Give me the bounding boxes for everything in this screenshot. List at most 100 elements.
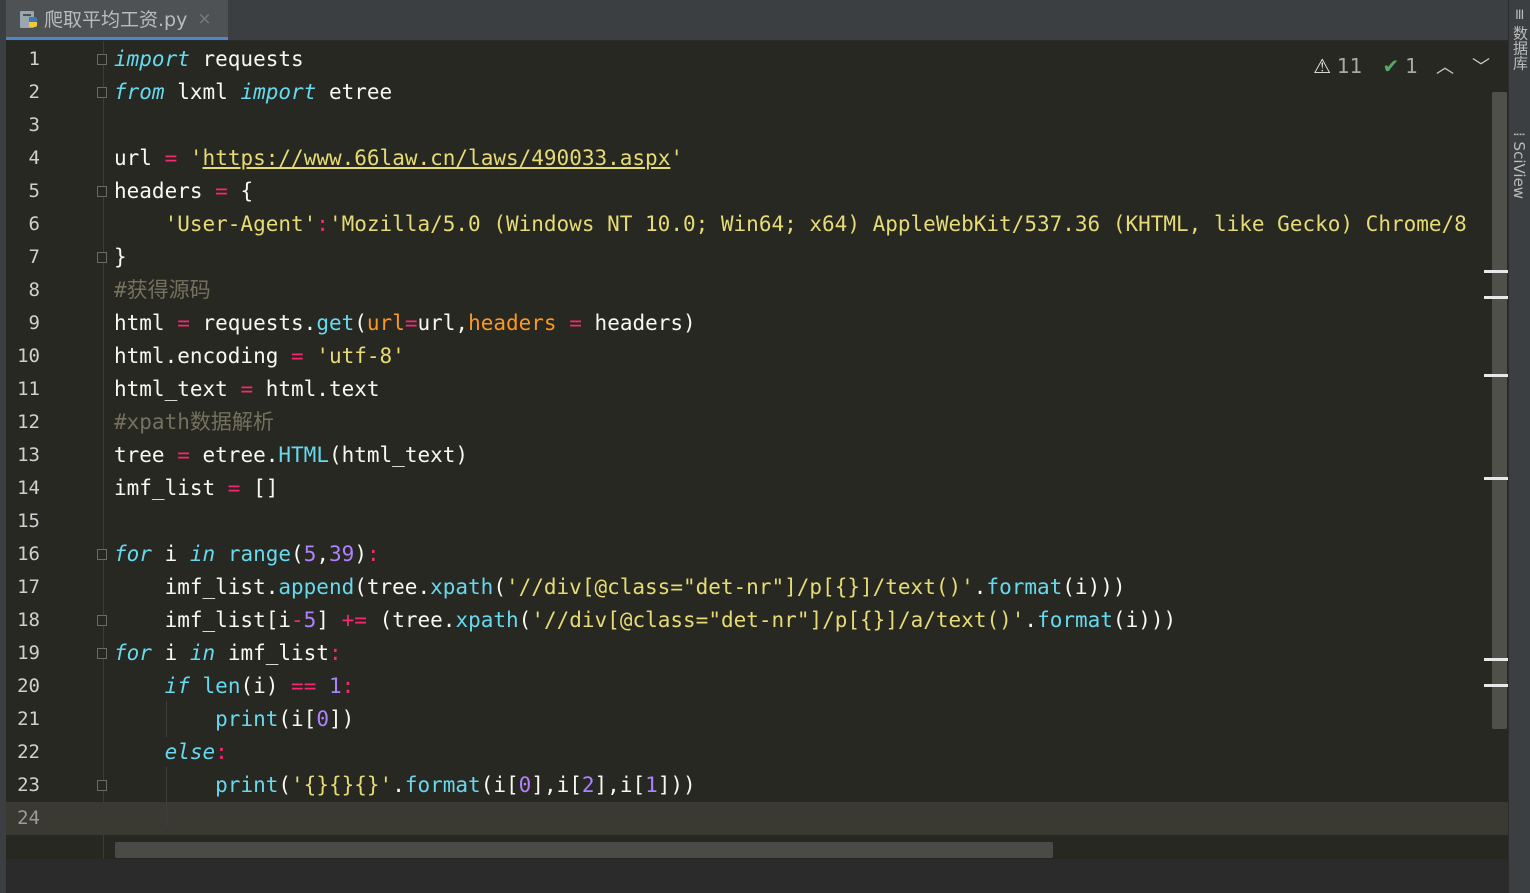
code-token: 1: [645, 773, 658, 797]
code-token: import: [114, 47, 190, 71]
code-line[interactable]: 21 print(i[0]): [6, 703, 1508, 736]
error-stripe-mark[interactable]: [1484, 684, 1508, 687]
line-number: 4: [28, 147, 40, 169]
code-token: html.encoding: [114, 344, 292, 368]
code-line[interactable]: 5 headers = {: [6, 175, 1508, 208]
code-line[interactable]: 6 'User-Agent':'Mozilla/5.0 (Windows NT …: [6, 208, 1508, 241]
code-line[interactable]: 17 imf_list.append(tree.xpath('//div[@cl…: [6, 571, 1508, 604]
code-token: url,: [417, 311, 469, 335]
close-icon[interactable]: ×: [197, 9, 211, 29]
code-token: if: [164, 674, 190, 698]
file-tab[interactable]: 爬取平均工资.py ×: [6, 0, 228, 40]
code-token: (tree.: [366, 608, 456, 632]
fold-marker-icon[interactable]: [97, 252, 107, 263]
fold-marker-icon[interactable]: [97, 549, 107, 560]
code-text: headers = {: [114, 175, 253, 208]
line-number: 21: [17, 708, 40, 730]
code-editor[interactable]: 1 import requests 2 from lxml import etree 3…: [6, 41, 1508, 859]
vertical-scrollbar[interactable]: [1492, 92, 1507, 729]
code-token: (: [493, 575, 506, 599]
code-text: imf_list[i-5] += (tree.xpath('//div[@cla…: [114, 604, 1177, 637]
code-token: =: [404, 311, 418, 335]
code-line[interactable]: 8 #获得源码: [6, 274, 1508, 307]
fold-marker-icon[interactable]: [97, 186, 107, 197]
code-line[interactable]: 19 for i in imf_list:: [6, 637, 1508, 670]
code-line[interactable]: 16 for i in range(5,39):: [6, 538, 1508, 571]
line-number: 14: [17, 477, 40, 499]
code-text: imf_list = []: [114, 472, 278, 505]
code-token: '{}{}{}': [291, 773, 393, 797]
code-token: (i): [240, 674, 292, 698]
error-stripe-mark[interactable]: [1484, 477, 1508, 480]
code-line[interactable]: 10 html.encoding = 'utf-8': [6, 340, 1508, 373]
code-token: len: [202, 674, 241, 698]
code-token: url: [366, 311, 405, 335]
code-token: else: [164, 740, 216, 764]
code-line[interactable]: 15: [6, 505, 1508, 538]
code-token: ]): [328, 707, 355, 731]
code-token: format: [986, 575, 1063, 599]
next-highlight-icon[interactable]: ﹀: [1472, 53, 1490, 79]
previous-highlight-icon[interactable]: ︿: [1436, 53, 1454, 79]
inspection-widget[interactable]: ⚠ 11 ✔ 1 ︿ ﹀: [1313, 53, 1490, 79]
code-text: for i in range(5,39):: [114, 538, 380, 571]
error-stripe-mark[interactable]: [1484, 296, 1508, 299]
line-number: 3: [28, 114, 40, 136]
code-token: -: [291, 608, 304, 632]
indent-guide: [166, 767, 167, 827]
code-token: =: [177, 311, 190, 335]
error-stripe-mark[interactable]: [1484, 658, 1508, 661]
code-token: =: [291, 344, 304, 368]
code-token: ])): [657, 773, 696, 797]
fold-marker-icon[interactable]: [97, 54, 107, 65]
code-line[interactable]: 23 print('{}{}{}'.format(i[0],i[2],i[1])…: [6, 769, 1508, 802]
code-line[interactable]: 20 if len(i) == 1:: [6, 670, 1508, 703]
line-number: 22: [17, 741, 40, 763]
code-token: print: [215, 773, 279, 797]
database-label: 数据库: [1511, 25, 1529, 71]
code-token: imf_list[i: [114, 608, 292, 632]
fold-marker-icon[interactable]: [97, 780, 107, 791]
code-token: }: [114, 245, 127, 269]
code-token: (i))): [1062, 575, 1126, 599]
code-line[interactable]: 2 from lxml import etree: [6, 76, 1508, 109]
code-token: (: [518, 608, 532, 632]
code-text: 'User-Agent':'Mozilla/5.0 (Windows NT 10…: [114, 208, 1467, 241]
code-token: 0: [316, 707, 329, 731]
code-token: ==: [291, 674, 317, 698]
code-token: :: [328, 641, 342, 665]
code-line[interactable]: 7}: [6, 241, 1508, 274]
fold-marker-icon[interactable]: [97, 648, 107, 659]
error-stripe-mark[interactable]: [1484, 374, 1508, 377]
code-text: from lxml import etree: [114, 76, 392, 109]
code-line[interactable]: 22 else:: [6, 736, 1508, 769]
code-line[interactable]: 1 import requests: [6, 43, 1508, 76]
fold-marker-icon[interactable]: [97, 87, 107, 98]
code-line[interactable]: 18 imf_list[i-5] += (tree.xpath('//div[@…: [6, 604, 1508, 637]
fold-marker-icon[interactable]: [97, 615, 107, 626]
error-stripe-mark[interactable]: [1484, 270, 1508, 273]
code-line[interactable]: 14 imf_list = []: [6, 472, 1508, 505]
code-line[interactable]: 9 html = requests.get(url=url,headers = h…: [6, 307, 1508, 340]
code-line[interactable]: 4 url = 'https://www.66law.cn/laws/490033…: [6, 142, 1508, 175]
code-line[interactable]: 11 html_text = html.text: [6, 373, 1508, 406]
line-number: 20: [17, 675, 40, 697]
line-number: 16: [17, 543, 40, 565]
horizontal-scrollbar[interactable]: [115, 842, 1053, 858]
code-line[interactable]: 12 #xpath数据解析: [6, 406, 1508, 439]
code-line[interactable]: 3: [6, 109, 1508, 142]
code-text: for i in imf_list:: [114, 637, 342, 670]
sciview-tool-button[interactable]: ⁞ SciView: [1510, 132, 1528, 199]
code-token: =: [177, 443, 190, 467]
line-number: 12: [17, 411, 40, 433]
code-line[interactable]: 24: [6, 802, 1508, 835]
code-token: headers: [114, 179, 216, 203]
line-number: 10: [17, 345, 40, 367]
database-tool-button[interactable]: ≡ 数据库: [1510, 8, 1530, 70]
code-line[interactable]: 13 tree = etree.HTML(html_text): [6, 439, 1508, 472]
editor-tab-bar: 爬取平均工资.py ×: [0, 0, 1508, 41]
